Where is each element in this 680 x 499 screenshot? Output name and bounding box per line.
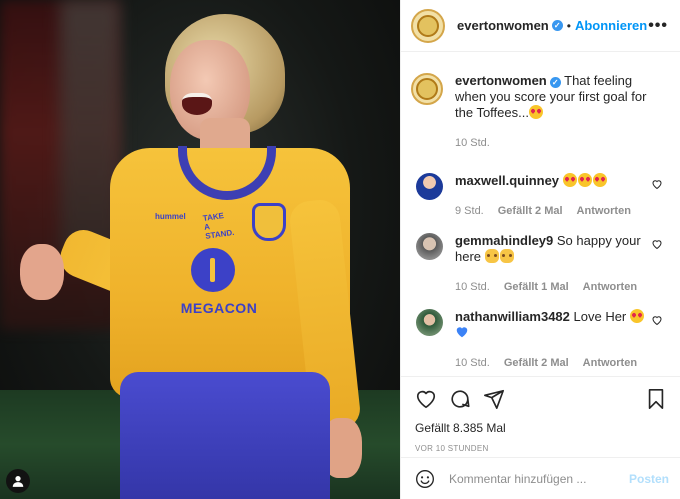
caption-avatar[interactable] bbox=[411, 73, 443, 105]
comment-age[interactable]: 10 Std. bbox=[455, 279, 490, 295]
account-avatar[interactable] bbox=[411, 8, 445, 43]
comment-age[interactable]: 9 Std. bbox=[455, 203, 484, 219]
comment-body: nathanwilliam3482 Love Her 10 Std. Gefäl… bbox=[455, 309, 665, 371]
caption-age[interactable]: 10 Std. bbox=[455, 135, 490, 151]
comment-item: gemmahindley9 So happy your here 10 Std.… bbox=[411, 233, 669, 295]
emoji-icon[interactable] bbox=[415, 469, 435, 489]
heart-eyes-emoji-icon bbox=[562, 173, 577, 187]
add-comment-bar: Posten bbox=[401, 457, 680, 499]
post-header: evertonwomen ✓ • Abonnieren ••• bbox=[401, 0, 680, 52]
comment-icon[interactable] bbox=[449, 388, 471, 410]
verified-icon: ✓ bbox=[551, 20, 563, 31]
comment-likes[interactable]: Gefällt 1 Mal bbox=[504, 279, 569, 295]
comments-list[interactable]: evertonwomen ✓ That feeling when you scor… bbox=[401, 53, 680, 375]
comment-likes[interactable]: Gefällt 2 Mal bbox=[504, 355, 569, 371]
heart-icon[interactable] bbox=[415, 388, 437, 410]
jersey-slogan: TAKE A STAND. bbox=[202, 211, 235, 241]
sponsor-text: MEGACON bbox=[180, 300, 258, 316]
comment-meta: 10 Std. Gefällt 1 Mal Antworten bbox=[455, 279, 665, 295]
comment-body: maxwell.quinney 9 Std. Gefällt 2 Mal Ant… bbox=[455, 173, 665, 219]
comment-likes[interactable]: Gefällt 2 Mal bbox=[498, 203, 563, 219]
jersey-brand: hummel bbox=[155, 212, 186, 221]
more-icon[interactable]: ••• bbox=[648, 17, 668, 35]
heart-eyes-emoji-icon bbox=[577, 173, 592, 187]
comment-age[interactable]: 10 Std. bbox=[455, 355, 490, 371]
heart-eyes-emoji-icon bbox=[629, 309, 644, 323]
comment-body: gemmahindley9 So happy your here 10 Std.… bbox=[455, 233, 665, 295]
reply-button[interactable]: Antworten bbox=[583, 279, 637, 295]
likes-count[interactable]: Gefällt 8.385 Mal bbox=[415, 421, 667, 435]
heart-eyes-emoji-icon bbox=[528, 105, 543, 119]
save-icon[interactable] bbox=[645, 388, 667, 410]
caption-meta: 10 Std. bbox=[455, 135, 665, 151]
account-username[interactable]: evertonwomen bbox=[457, 18, 549, 33]
reply-button[interactable]: Antworten bbox=[583, 355, 637, 371]
player-mouth bbox=[182, 93, 212, 115]
verified-icon: ✓ bbox=[549, 77, 561, 88]
club-crest-avatar bbox=[416, 78, 438, 100]
comment-username[interactable]: maxwell.quinney bbox=[455, 173, 559, 188]
commenter-avatar[interactable] bbox=[416, 233, 443, 260]
follow-button[interactable]: Abonnieren bbox=[575, 18, 647, 33]
post-actions: Gefällt 8.385 Mal VOR 10 STUNDEN bbox=[401, 376, 680, 453]
caption-username[interactable]: evertonwomen bbox=[455, 73, 547, 88]
comment-input[interactable] bbox=[449, 471, 621, 486]
post-time[interactable]: VOR 10 STUNDEN bbox=[415, 444, 667, 453]
comment-item: maxwell.quinney 9 Std. Gefällt 2 Mal Ant… bbox=[411, 173, 669, 219]
comment-text: Love Her bbox=[573, 309, 627, 324]
user-tag-icon bbox=[12, 476, 24, 487]
share-icon[interactable] bbox=[483, 388, 505, 410]
like-comment-heart-icon[interactable] bbox=[651, 314, 663, 326]
comment-meta: 10 Std. Gefällt 2 Mal Antworten bbox=[455, 355, 665, 371]
like-comment-heart-icon[interactable] bbox=[651, 238, 663, 250]
comment-item: nathanwilliam3482 Love Her 10 Std. Gefäl… bbox=[411, 309, 669, 371]
post-side-panel: evertonwomen ✓ • Abonnieren ••• evertonw… bbox=[400, 0, 680, 499]
post-photo[interactable]: hummel TAKE A STAND. MEGACON bbox=[0, 0, 400, 499]
sponsor-logo bbox=[191, 248, 235, 292]
comment-meta: 9 Std. Gefällt 2 Mal Antworten bbox=[455, 203, 665, 219]
user-tag-button[interactable] bbox=[6, 469, 30, 493]
comment-emojis bbox=[562, 173, 608, 188]
caption: evertonwomen ✓ That feeling when you scor… bbox=[411, 53, 669, 151]
caption-body: evertonwomen ✓ That feeling when you scor… bbox=[455, 73, 665, 151]
player-fist bbox=[20, 244, 64, 300]
comment-username[interactable]: nathanwilliam3482 bbox=[455, 309, 570, 324]
like-comment-heart-icon[interactable] bbox=[651, 178, 663, 190]
hugging-emoji-icon bbox=[484, 249, 499, 263]
commenter-avatar[interactable] bbox=[416, 173, 443, 200]
commenter-avatar[interactable] bbox=[416, 309, 443, 336]
reply-button[interactable]: Antworten bbox=[577, 203, 631, 219]
hugging-emoji-icon bbox=[499, 249, 514, 263]
player-shorts bbox=[120, 372, 330, 499]
club-crest bbox=[252, 203, 286, 241]
comment-username[interactable]: gemmahindley9 bbox=[455, 233, 553, 248]
club-crest-avatar bbox=[417, 14, 439, 37]
post-button[interactable]: Posten bbox=[629, 472, 669, 486]
separator-dot: • bbox=[566, 18, 571, 33]
heart-eyes-emoji-icon bbox=[592, 173, 607, 187]
blue-heart-emoji-icon bbox=[456, 327, 468, 338]
action-icons bbox=[415, 387, 667, 411]
